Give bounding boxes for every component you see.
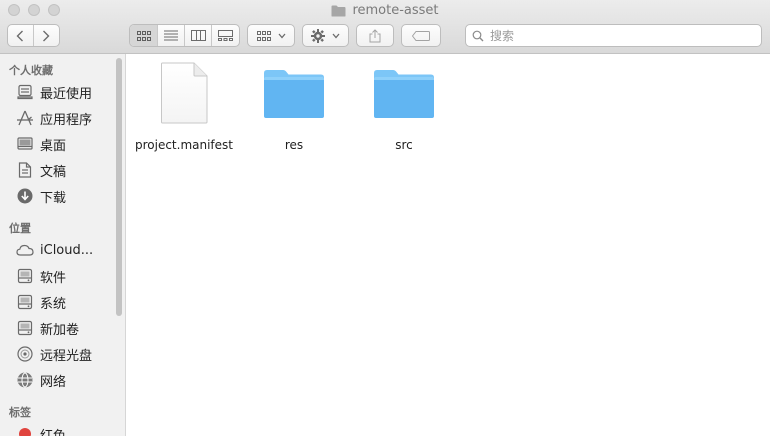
folder-icon [263, 62, 325, 124]
sidebar-item-label: 软件 [40, 270, 67, 286]
group-icon [256, 30, 271, 41]
sidebar-item-tag-red[interactable]: 红色 [16, 423, 120, 436]
applications-icon [16, 109, 34, 127]
share-icon [369, 28, 381, 42]
gallery-view-button[interactable] [212, 25, 239, 46]
search-icon [472, 30, 484, 41]
forward-button[interactable] [34, 25, 59, 46]
sidebar-item-label: 系统 [40, 296, 67, 312]
group-by-control[interactable] [248, 25, 294, 46]
column-view-button[interactable] [185, 25, 212, 46]
file-item-project-manifest[interactable]: project.manifest [134, 62, 234, 152]
action-menu-button[interactable] [302, 24, 349, 47]
file-name: project.manifest [134, 138, 233, 152]
action-menu-control[interactable] [303, 25, 348, 46]
file-name: res [284, 138, 304, 152]
sidebar-item-label: 新加卷 [40, 322, 80, 338]
column-view-icon [190, 30, 206, 41]
red-tag-icon [16, 425, 34, 436]
list-view-button[interactable] [158, 25, 185, 46]
folder-icon [331, 5, 346, 16]
sidebar-item-remote-disc[interactable]: 远程光盘 [16, 343, 120, 365]
gear-icon [311, 28, 325, 43]
file-browser: project.manifest res src [126, 54, 770, 436]
sidebar-section-tags: 标签 [9, 406, 31, 419]
remote-disc-icon [16, 345, 34, 363]
grid-view-icon [136, 30, 151, 41]
file-name: src [395, 138, 413, 152]
sidebar-item-label: 应用程序 [40, 112, 93, 128]
desktop-icon [16, 135, 34, 153]
sidebar-item-label: 红色 [40, 428, 67, 436]
sidebar-item-label: 下载 [40, 190, 67, 206]
sidebar-section-favorites: 个人收藏 [9, 64, 53, 77]
navigation-buttons [7, 24, 60, 47]
chevron-left-icon [16, 30, 24, 41]
icon-view-button[interactable] [130, 25, 158, 46]
back-button[interactable] [8, 25, 34, 46]
sidebar-item-new-volume[interactable]: 新加卷 [16, 317, 120, 339]
disk-icon [16, 267, 34, 285]
sidebar-item-label: 远程光盘 [40, 348, 93, 364]
recents-icon [16, 83, 34, 101]
sidebar-item-label: 桌面 [40, 138, 67, 154]
file-item-src[interactable]: src [354, 62, 454, 152]
window-title-text: remote-asset [352, 3, 439, 18]
documents-icon [16, 161, 34, 179]
disk-icon [16, 319, 34, 337]
document-icon [153, 62, 215, 124]
network-icon [16, 371, 34, 389]
sidebar-item-software[interactable]: 软件 [16, 265, 120, 287]
gallery-view-icon [218, 30, 233, 41]
sidebar-item-desktop[interactable]: 桌面 [16, 133, 120, 155]
search-input[interactable] [488, 27, 742, 44]
view-mode-buttons [129, 24, 240, 47]
folder-icon [373, 62, 435, 124]
sidebar-item-label: 最近使用 [40, 86, 93, 102]
sidebar-item-documents[interactable]: 文稿 [16, 159, 120, 181]
sidebar-item-label: iCloud... [40, 242, 94, 258]
share-button[interactable] [356, 24, 394, 47]
sidebar-item-applications[interactable]: 应用程序 [16, 107, 120, 129]
sidebar: 个人收藏 最近使用 应用程序 桌面 文稿 下载 位置 iCloud... 软件 … [0, 54, 126, 436]
sidebar-scrollbar[interactable] [116, 58, 122, 316]
chevron-right-icon [43, 30, 50, 41]
group-by-button[interactable] [247, 24, 295, 47]
list-view-icon [164, 30, 178, 41]
icloud-icon [16, 241, 34, 259]
chevron-down-icon [332, 33, 340, 38]
window-toolbar: remote-asset [0, 0, 770, 54]
sidebar-item-recents[interactable]: 最近使用 [16, 81, 120, 103]
window-title: remote-asset [0, 3, 770, 18]
sidebar-item-network[interactable]: 网络 [16, 369, 120, 391]
edit-tags-button[interactable] [401, 24, 441, 47]
search-field[interactable] [465, 24, 762, 47]
edit-tags-control[interactable] [402, 25, 440, 46]
sidebar-item-system[interactable]: 系统 [16, 291, 120, 313]
sidebar-item-icloud[interactable]: iCloud... [16, 239, 120, 261]
disk-icon [16, 293, 34, 311]
sidebar-item-label: 网络 [40, 374, 67, 390]
share-control[interactable] [357, 25, 393, 46]
downloads-icon [16, 187, 34, 205]
sidebar-item-label: 文稿 [40, 164, 67, 180]
file-item-res[interactable]: res [244, 62, 344, 152]
tag-icon [412, 30, 430, 41]
sidebar-section-locations: 位置 [9, 222, 31, 235]
sidebar-item-downloads[interactable]: 下载 [16, 185, 120, 207]
chevron-down-icon [278, 33, 285, 38]
